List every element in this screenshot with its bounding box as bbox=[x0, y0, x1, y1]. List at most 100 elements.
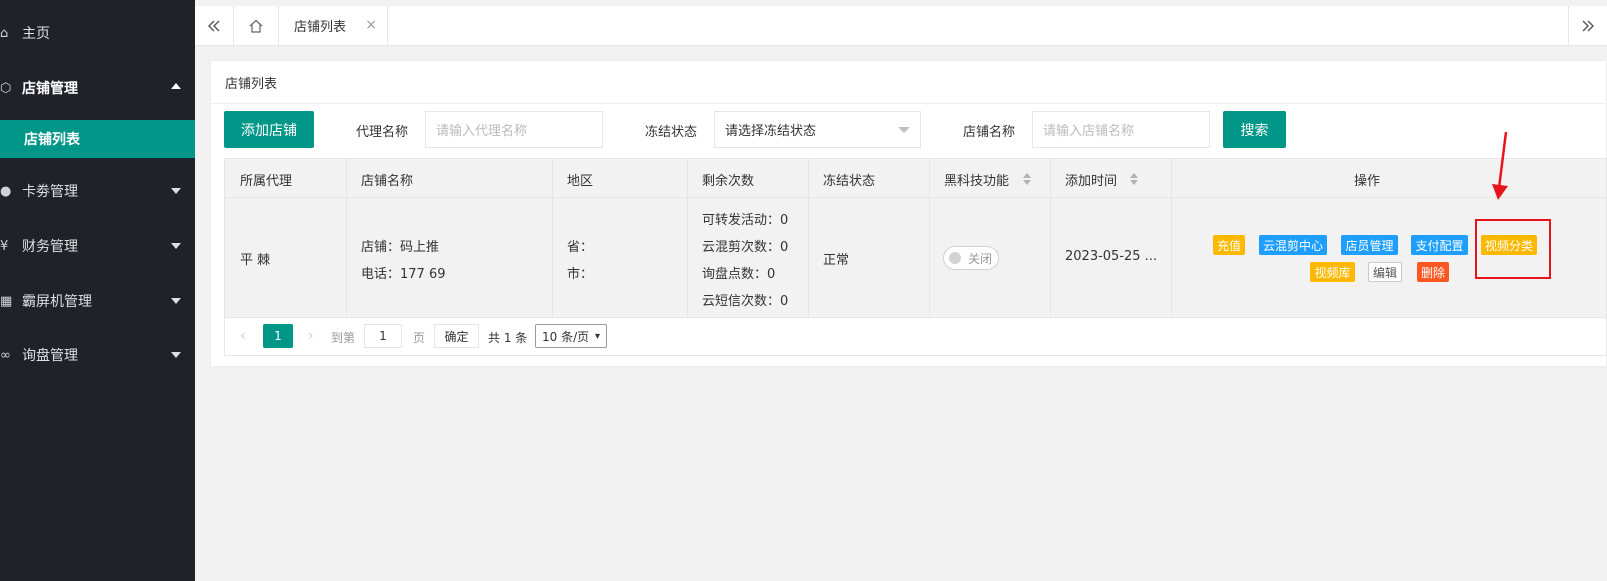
cell-count-sms: 云短信次数：0 bbox=[702, 294, 789, 309]
card-title: 店铺列表 bbox=[225, 77, 278, 92]
close-icon[interactable]: × bbox=[365, 17, 377, 33]
delete-button[interactable]: 删除 bbox=[1417, 262, 1449, 282]
header-region: 地区 bbox=[567, 174, 594, 189]
divider bbox=[211, 103, 1606, 104]
home-icon bbox=[249, 19, 263, 33]
cell-count-inquiry: 询盘点数：0 bbox=[702, 267, 776, 282]
payment-config-button[interactable]: 支付配置 bbox=[1411, 235, 1468, 255]
chevron-down-icon bbox=[171, 298, 181, 304]
tab-shop-list[interactable]: 店铺列表 × bbox=[280, 6, 388, 45]
caret-down-icon bbox=[898, 127, 910, 133]
header-black-tech: 黑科技功能 bbox=[944, 174, 1010, 189]
sidebar-item-label: 财务管理 bbox=[22, 239, 78, 255]
chevron-down-icon: ▾ bbox=[594, 331, 600, 342]
header-remaining: 剩余次数 bbox=[702, 174, 755, 189]
home-tab-button[interactable] bbox=[234, 6, 279, 45]
cell-phone: 电话：177 69 bbox=[361, 267, 446, 282]
next-page-icon[interactable]: › bbox=[308, 328, 314, 344]
annotation-arrow-icon bbox=[1492, 131, 1508, 200]
agent-name-label: 代理名称 bbox=[356, 125, 409, 140]
sidebar-item-home[interactable]: ⌂ 主页 bbox=[0, 13, 195, 53]
shop-name-input[interactable]: 请输入店铺名称 bbox=[1032, 111, 1210, 148]
tab-bar: 店铺列表 × bbox=[195, 6, 1607, 46]
sidebar-item-inquiry-management[interactable]: ∞ 询盘管理 bbox=[0, 335, 195, 375]
page-unit-label: 页 bbox=[413, 331, 426, 345]
sidebar-item-shop-management[interactable]: ⬡ 店铺管理 bbox=[0, 68, 195, 108]
column-divider bbox=[1050, 159, 1051, 318]
tab-label: 店铺列表 bbox=[294, 20, 347, 35]
column-divider bbox=[346, 159, 347, 318]
sidebar-item-label: 店铺管理 bbox=[22, 81, 78, 97]
agent-name-input[interactable]: 请输入代理名称 bbox=[425, 111, 603, 148]
column-divider bbox=[929, 159, 930, 318]
double-chevron-right-icon bbox=[1582, 20, 1594, 31]
yen-icon: ¥ bbox=[0, 238, 9, 254]
annotation-highlight-box bbox=[1475, 219, 1551, 279]
shop-name-label: 店铺名称 bbox=[963, 125, 1016, 140]
switch-knob bbox=[949, 252, 961, 264]
search-button[interactable]: 搜索 bbox=[1223, 111, 1286, 148]
header-freeze-status: 冻结状态 bbox=[823, 174, 876, 189]
staff-management-button[interactable]: 店员管理 bbox=[1341, 235, 1398, 255]
freeze-status-select[interactable]: 请选择冻结状态 bbox=[714, 111, 921, 148]
header-agent: 所属代理 bbox=[240, 174, 293, 189]
sort-icon[interactable] bbox=[1130, 173, 1138, 185]
sidebar-item-finance-management[interactable]: ¥ 财务管理 bbox=[0, 226, 195, 266]
sidebar-item-label: 卡劵管理 bbox=[22, 184, 78, 200]
sort-icon[interactable] bbox=[1023, 173, 1031, 185]
edit-button[interactable]: 编辑 bbox=[1368, 262, 1402, 282]
cloud-mix-center-button[interactable]: 云混剪中心 bbox=[1259, 235, 1327, 255]
cell-agent: 平 棘 bbox=[240, 253, 271, 268]
freeze-status-value: 请选择冻结状态 bbox=[725, 124, 817, 139]
page-size-select[interactable]: 10 条/页 ▾ bbox=[535, 324, 607, 348]
sidebar-item-label: 询盘管理 bbox=[22, 348, 78, 364]
recharge-button[interactable]: 充值 bbox=[1213, 235, 1245, 255]
page-size-value: 10 条/页 bbox=[542, 329, 590, 344]
header-shop-name: 店铺名称 bbox=[361, 174, 414, 189]
switch-label: 关闭 bbox=[968, 252, 993, 266]
link-icon: ∞ bbox=[0, 347, 11, 363]
scroll-right-button[interactable] bbox=[1568, 6, 1607, 45]
pagination: ‹ 1 › 到第 1 页 确定 共 1 条 10 条/页 ▾ bbox=[224, 316, 1607, 356]
chevron-up-icon bbox=[171, 83, 181, 89]
goto-label: 到第 bbox=[331, 331, 356, 345]
video-library-button[interactable]: 视频库 bbox=[1310, 262, 1355, 282]
freeze-status-label: 冻结状态 bbox=[645, 125, 698, 140]
page-number-input[interactable]: 1 bbox=[364, 324, 402, 348]
sidebar-item-label: 霸屏机管理 bbox=[22, 294, 92, 310]
cell-province: 省： bbox=[567, 240, 594, 255]
total-count: 共 1 条 bbox=[488, 331, 528, 345]
header-actions: 操作 bbox=[1354, 174, 1381, 189]
header-add-time: 添加时间 bbox=[1065, 174, 1118, 189]
cell-shop-name: 店铺：码上推 bbox=[361, 240, 440, 255]
table-row: 平 棘 店铺：码上推 电话：177 69 省： 市： 可转发活动：0 云混剪次数… bbox=[225, 198, 1606, 318]
double-chevron-left-icon bbox=[208, 20, 220, 31]
chevron-down-icon bbox=[171, 352, 181, 358]
home-icon: ⌂ bbox=[0, 25, 9, 41]
cell-add-time: 2023-05-25 ... bbox=[1065, 249, 1158, 264]
chevron-down-icon bbox=[171, 243, 181, 249]
grid-icon: ▦ bbox=[0, 293, 13, 309]
chevron-down-icon bbox=[171, 188, 181, 194]
black-tech-switch[interactable]: 关闭 bbox=[943, 246, 999, 270]
sidebar-item-coupon-management[interactable]: ● 卡劵管理 bbox=[0, 171, 195, 211]
prev-page-icon[interactable]: ‹ bbox=[240, 328, 246, 344]
sidebar-subitem-shop-list[interactable]: 店铺列表 bbox=[0, 120, 195, 158]
confirm-page-button[interactable]: 确定 bbox=[434, 324, 479, 348]
cell-count-forward: 可转发活动：0 bbox=[702, 213, 789, 228]
scroll-left-button[interactable] bbox=[195, 6, 234, 45]
sidebar-item-screen-management[interactable]: ▦ 霸屏机管理 bbox=[0, 281, 195, 321]
sidebar-item-label: 主页 bbox=[22, 26, 50, 42]
current-page[interactable]: 1 bbox=[263, 324, 293, 348]
cell-count-mix: 云混剪次数：0 bbox=[702, 240, 789, 255]
column-divider bbox=[1171, 159, 1172, 318]
circle-icon: ● bbox=[0, 183, 12, 199]
add-shop-button[interactable]: 添加店铺 bbox=[224, 111, 314, 148]
column-divider bbox=[687, 159, 688, 318]
cell-freeze-status: 正常 bbox=[823, 253, 850, 268]
cube-icon: ⬡ bbox=[0, 80, 12, 96]
column-divider bbox=[552, 159, 553, 318]
table-header: 所属代理 店铺名称 地区 剩余次数 冻结状态 黑科技功能 添加时间 操作 bbox=[225, 159, 1606, 198]
column-divider bbox=[808, 159, 809, 318]
sidebar: ⌂ 主页 ⬡ 店铺管理 店铺列表 ● 卡劵管理 ¥ 财务管理 ▦ 霸屏机管理 ∞… bbox=[0, 0, 195, 581]
